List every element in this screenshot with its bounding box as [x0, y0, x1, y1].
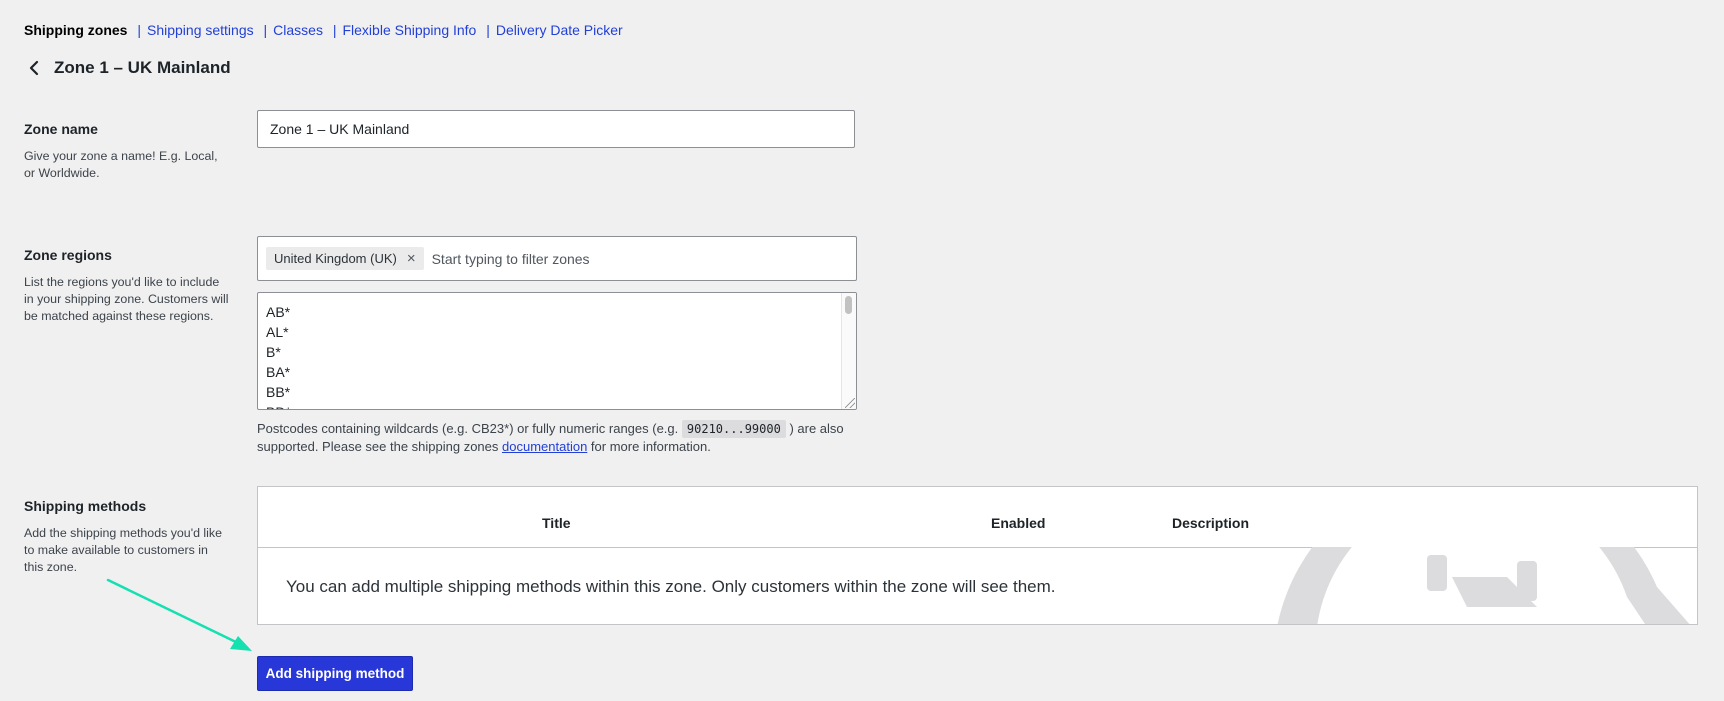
subnav-separator: |: [263, 22, 268, 38]
column-description: Description: [1172, 515, 1250, 531]
zone-regions-description: List the regions you'd like to include i…: [24, 275, 229, 323]
column-title: Title: [542, 515, 571, 531]
documentation-link[interactable]: documentation: [502, 439, 587, 454]
zone-name-input[interactable]: [257, 110, 855, 148]
hint-suffix: for more information.: [590, 439, 711, 454]
subnav-shipping-settings[interactable]: Shipping settings: [147, 22, 254, 38]
remove-region-icon[interactable]: ×: [407, 251, 416, 266]
shipping-subnav: Shipping zones | Shipping settings | Class…: [24, 21, 623, 39]
add-shipping-method-button[interactable]: Add shipping method: [257, 656, 413, 691]
zone-regions-select[interactable]: United Kingdom (UK) ×: [257, 236, 857, 281]
shipping-methods-description: Add the shipping methods you'd like to m…: [24, 526, 222, 574]
table-header: Title Enabled Description: [258, 487, 1697, 548]
subnav-separator: |: [137, 22, 141, 38]
page-title: Zone 1 – UK Mainland: [54, 58, 231, 77]
zone-regions-label-group: Zone regions List the regions you'd like…: [24, 246, 229, 325]
empty-methods-message: You can add multiple shipping methods wi…: [286, 577, 1056, 596]
subnav-classes[interactable]: Classes: [273, 22, 323, 38]
postcode-line: BA*: [266, 364, 291, 380]
column-enabled: Enabled: [991, 515, 1046, 531]
page-header: Zone 1 – UK Mainland: [24, 56, 231, 80]
back-chevron-icon[interactable]: [24, 56, 44, 80]
shipping-methods-label-group: Shipping methods Add the shipping method…: [24, 497, 229, 576]
shipping-methods-table: Title Enabled Description You can add mu…: [257, 486, 1698, 625]
postcodes-scrollbar[interactable]: [841, 293, 856, 409]
zone-name-description: Give your zone a name! E.g. Local, or Wo…: [24, 149, 218, 180]
region-chip-label: United Kingdom (UK): [274, 251, 397, 266]
postcode-line: AB*: [266, 304, 291, 320]
scrollbar-thumb[interactable]: [845, 296, 852, 314]
subnav-separator: |: [332, 22, 337, 38]
postcode-list: AB* AL* B* BA* BB* BD*: [258, 293, 856, 409]
resize-handle-icon[interactable]: [845, 398, 855, 408]
postcode-line: BD*: [266, 402, 848, 409]
postcode-hint: Postcodes containing wildcards (e.g. CB2…: [257, 420, 867, 456]
zone-name-label-group: Zone name Give your zone a name! E.g. Lo…: [24, 120, 229, 182]
zone-name-label: Zone name: [24, 121, 98, 137]
shipping-methods-label: Shipping methods: [24, 498, 147, 514]
zone-regions-label: Zone regions: [24, 247, 112, 263]
hint-code: 90210...99000: [681, 420, 786, 438]
shipping-watermark-icon: [1277, 547, 1690, 624]
region-chip: United Kingdom (UK) ×: [266, 247, 424, 270]
postcodes-textarea[interactable]: AB* AL* B* BA* BB* BD*: [257, 292, 857, 410]
subnav-delivery-date-picker[interactable]: Delivery Date Picker: [496, 22, 623, 38]
subnav-shipping-zones[interactable]: Shipping zones: [24, 22, 127, 38]
subnav-separator: |: [486, 22, 490, 38]
hint-prefix: Postcodes containing wildcards (e.g. CB2…: [257, 421, 679, 436]
postcode-line: B*: [266, 344, 281, 360]
subnav-flexible-shipping-info[interactable]: Flexible Shipping Info: [342, 22, 476, 38]
postcode-line: BB*: [266, 384, 291, 400]
zone-filter-input[interactable]: [429, 249, 848, 268]
postcode-line: AL*: [266, 324, 289, 340]
